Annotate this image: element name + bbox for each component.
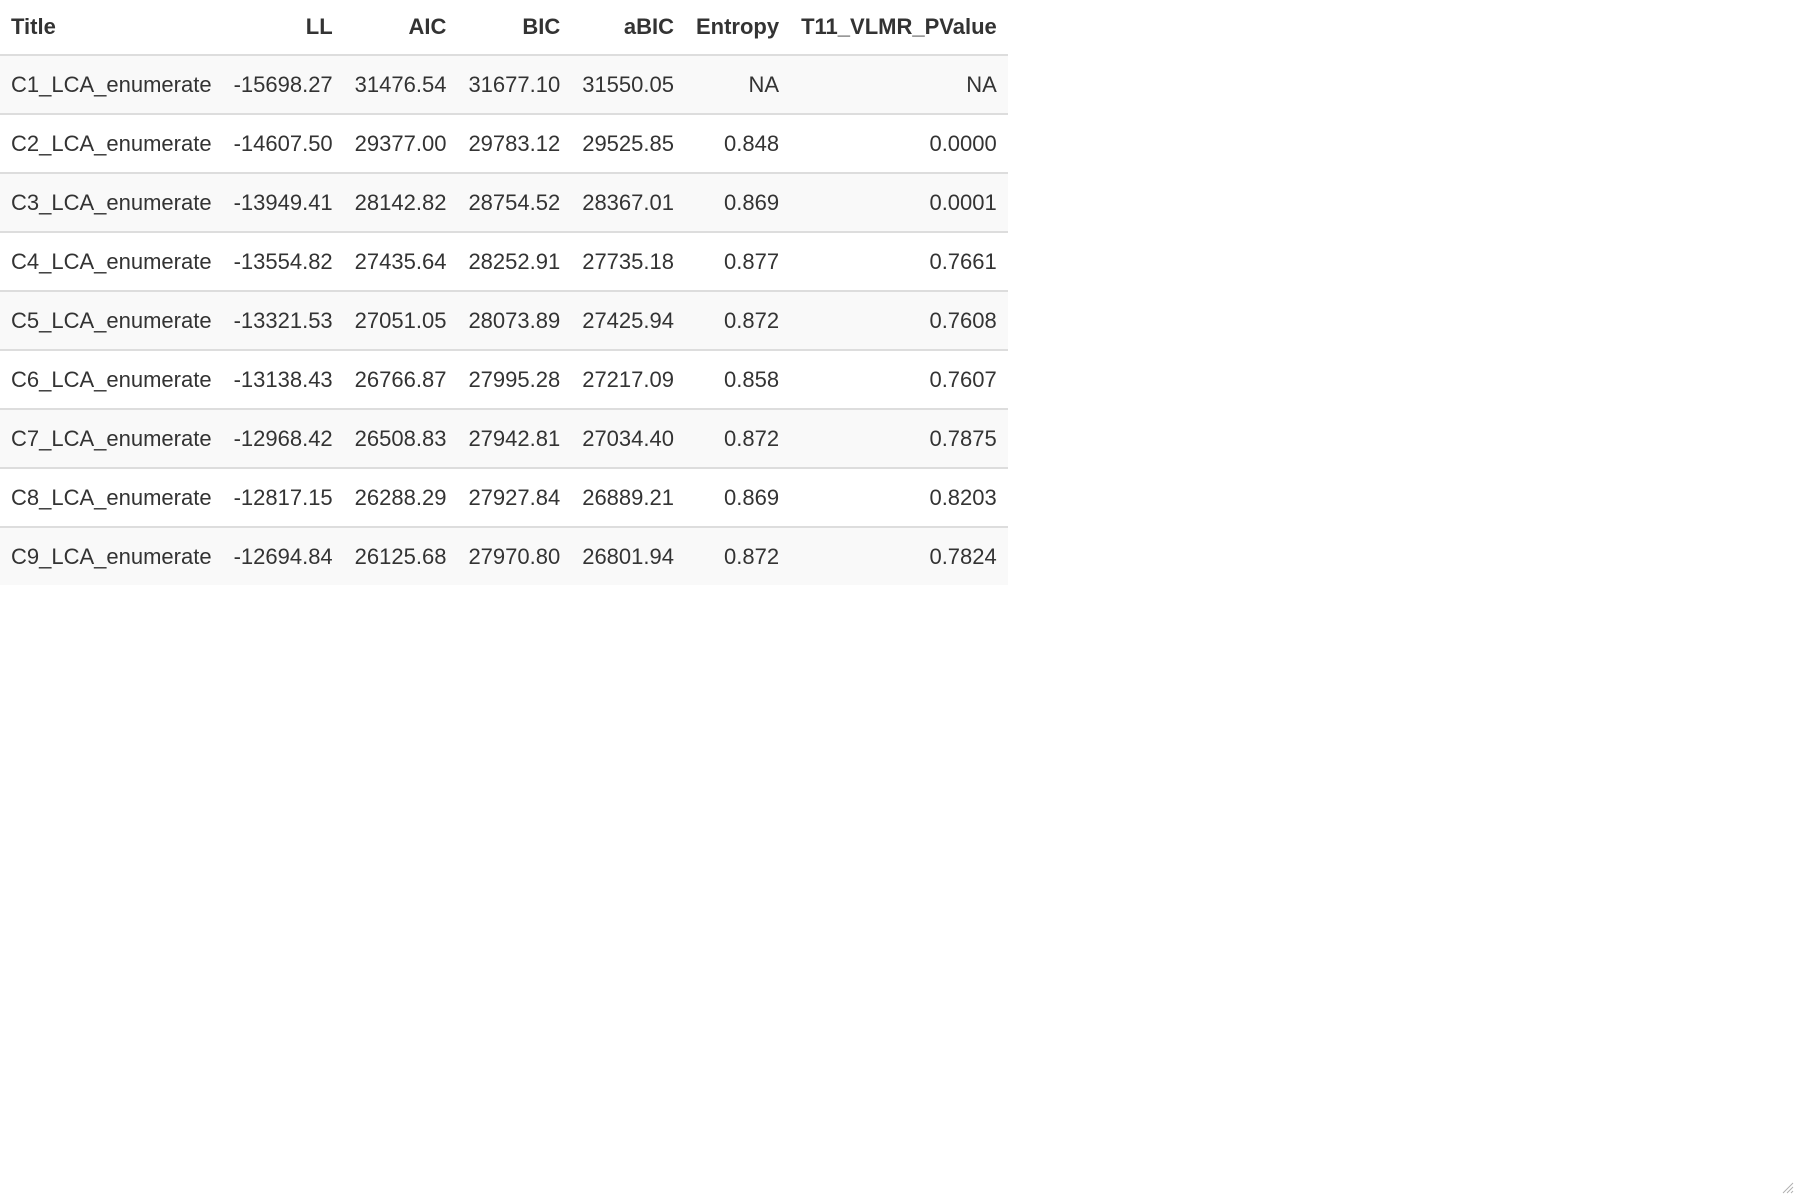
cell-title: C1_LCA_enumerate <box>0 55 223 115</box>
cell-entropy: NA <box>684 55 791 115</box>
cell-aic: 26766.87 <box>343 350 458 410</box>
cell-bic: 28252.91 <box>457 232 572 292</box>
column-header-aic[interactable]: AIC <box>343 0 458 56</box>
model-fit-table-container: Title LL AIC BIC aBIC Entropy T11_VLMR_P… <box>0 0 1008 585</box>
column-header-vlmr-pvalue[interactable]: T11_VLMR_PValue <box>790 0 1008 56</box>
cell-abic: 27217.09 <box>571 350 685 410</box>
table-header-row: Title LL AIC BIC aBIC Entropy T11_VLMR_P… <box>0 0 1008 56</box>
cell-aic: 26125.68 <box>343 527 458 585</box>
cell-aic: 27051.05 <box>343 291 458 351</box>
column-header-ll[interactable]: LL <box>222 0 344 56</box>
cell-abic: 27735.18 <box>571 232 685 292</box>
cell-aic: 29377.00 <box>343 114 458 174</box>
cell-entropy: 0.858 <box>684 350 791 410</box>
cell-aic: 28142.82 <box>343 173 458 233</box>
table-row[interactable]: C9_LCA_enumerate -12694.84 26125.68 27970.8… <box>0 527 1008 585</box>
cell-abic: 29525.85 <box>571 114 685 174</box>
cell-vlmr-pvalue: 0.0000 <box>790 114 1008 174</box>
cell-entropy: 0.869 <box>684 468 791 528</box>
cell-abic: 31550.05 <box>571 55 685 115</box>
cell-abic: 28367.01 <box>571 173 685 233</box>
cell-aic: 27435.64 <box>343 232 458 292</box>
table-row[interactable]: C1_LCA_enumerate -15698.27 31476.54 31677.1… <box>0 55 1008 115</box>
cell-bic: 29783.12 <box>457 114 572 174</box>
table-row[interactable]: C5_LCA_enumerate -13321.53 27051.05 28073.8… <box>0 291 1008 351</box>
table-row[interactable]: C4_LCA_enumerate -13554.82 27435.64 28252.9… <box>0 232 1008 292</box>
cell-entropy: 0.872 <box>684 409 791 469</box>
cell-vlmr-pvalue: 0.8203 <box>790 468 1008 528</box>
cell-abic: 27034.40 <box>571 409 685 469</box>
cell-entropy: 0.848 <box>684 114 791 174</box>
cell-bic: 27970.80 <box>457 527 572 585</box>
cell-vlmr-pvalue: 0.7824 <box>790 527 1008 585</box>
cell-entropy: 0.877 <box>684 232 791 292</box>
cell-bic: 28073.89 <box>457 291 572 351</box>
cell-title: C8_LCA_enumerate <box>0 468 223 528</box>
cell-title: C9_LCA_enumerate <box>0 527 223 585</box>
cell-title: C4_LCA_enumerate <box>0 232 223 292</box>
cell-vlmr-pvalue: 0.7607 <box>790 350 1008 410</box>
cell-ll: -13138.43 <box>222 350 344 410</box>
column-header-entropy[interactable]: Entropy <box>684 0 791 56</box>
resize-grip-icon[interactable] <box>1780 1180 1794 1194</box>
table-header: Title LL AIC BIC aBIC Entropy T11_VLMR_P… <box>0 0 1008 56</box>
table-row[interactable]: C3_LCA_enumerate -13949.41 28142.82 28754.5… <box>0 173 1008 233</box>
cell-ll: -13554.82 <box>222 232 344 292</box>
table-row[interactable]: C8_LCA_enumerate -12817.15 26288.29 27927.8… <box>0 468 1008 528</box>
cell-aic: 31476.54 <box>343 55 458 115</box>
cell-vlmr-pvalue: 0.7608 <box>790 291 1008 351</box>
table-row[interactable]: C2_LCA_enumerate -14607.50 29377.00 29783.1… <box>0 114 1008 174</box>
model-fit-table: Title LL AIC BIC aBIC Entropy T11_VLMR_P… <box>0 0 1008 585</box>
cell-bic: 28754.52 <box>457 173 572 233</box>
cell-ll: -13949.41 <box>222 173 344 233</box>
cell-ll: -12817.15 <box>222 468 344 528</box>
cell-ll: -13321.53 <box>222 291 344 351</box>
cell-entropy: 0.872 <box>684 527 791 585</box>
cell-bic: 27942.81 <box>457 409 572 469</box>
cell-abic: 27425.94 <box>571 291 685 351</box>
cell-title: C5_LCA_enumerate <box>0 291 223 351</box>
cell-ll: -12694.84 <box>222 527 344 585</box>
cell-entropy: 0.869 <box>684 173 791 233</box>
cell-abic: 26801.94 <box>571 527 685 585</box>
cell-vlmr-pvalue: 0.7875 <box>790 409 1008 469</box>
cell-vlmr-pvalue: 0.7661 <box>790 232 1008 292</box>
column-header-title[interactable]: Title <box>0 0 223 56</box>
cell-vlmr-pvalue: NA <box>790 55 1008 115</box>
cell-aic: 26508.83 <box>343 409 458 469</box>
column-header-abic[interactable]: aBIC <box>571 0 685 56</box>
table-row[interactable]: C7_LCA_enumerate -12968.42 26508.83 27942.8… <box>0 409 1008 469</box>
cell-bic: 31677.10 <box>457 55 572 115</box>
cell-abic: 26889.21 <box>571 468 685 528</box>
cell-ll: -15698.27 <box>222 55 344 115</box>
cell-title: C3_LCA_enumerate <box>0 173 223 233</box>
cell-bic: 27995.28 <box>457 350 572 410</box>
cell-ll: -12968.42 <box>222 409 344 469</box>
column-header-bic[interactable]: BIC <box>457 0 572 56</box>
cell-aic: 26288.29 <box>343 468 458 528</box>
cell-vlmr-pvalue: 0.0001 <box>790 173 1008 233</box>
cell-title: C2_LCA_enumerate <box>0 114 223 174</box>
table-body: C1_LCA_enumerate -15698.27 31476.54 31677.1… <box>0 55 1008 585</box>
cell-entropy: 0.872 <box>684 291 791 351</box>
table-row[interactable]: C6_LCA_enumerate -13138.43 26766.87 27995.2… <box>0 350 1008 410</box>
cell-title: C7_LCA_enumerate <box>0 409 223 469</box>
cell-ll: -14607.50 <box>222 114 344 174</box>
cell-title: C6_LCA_enumerate <box>0 350 223 410</box>
cell-bic: 27927.84 <box>457 468 572 528</box>
